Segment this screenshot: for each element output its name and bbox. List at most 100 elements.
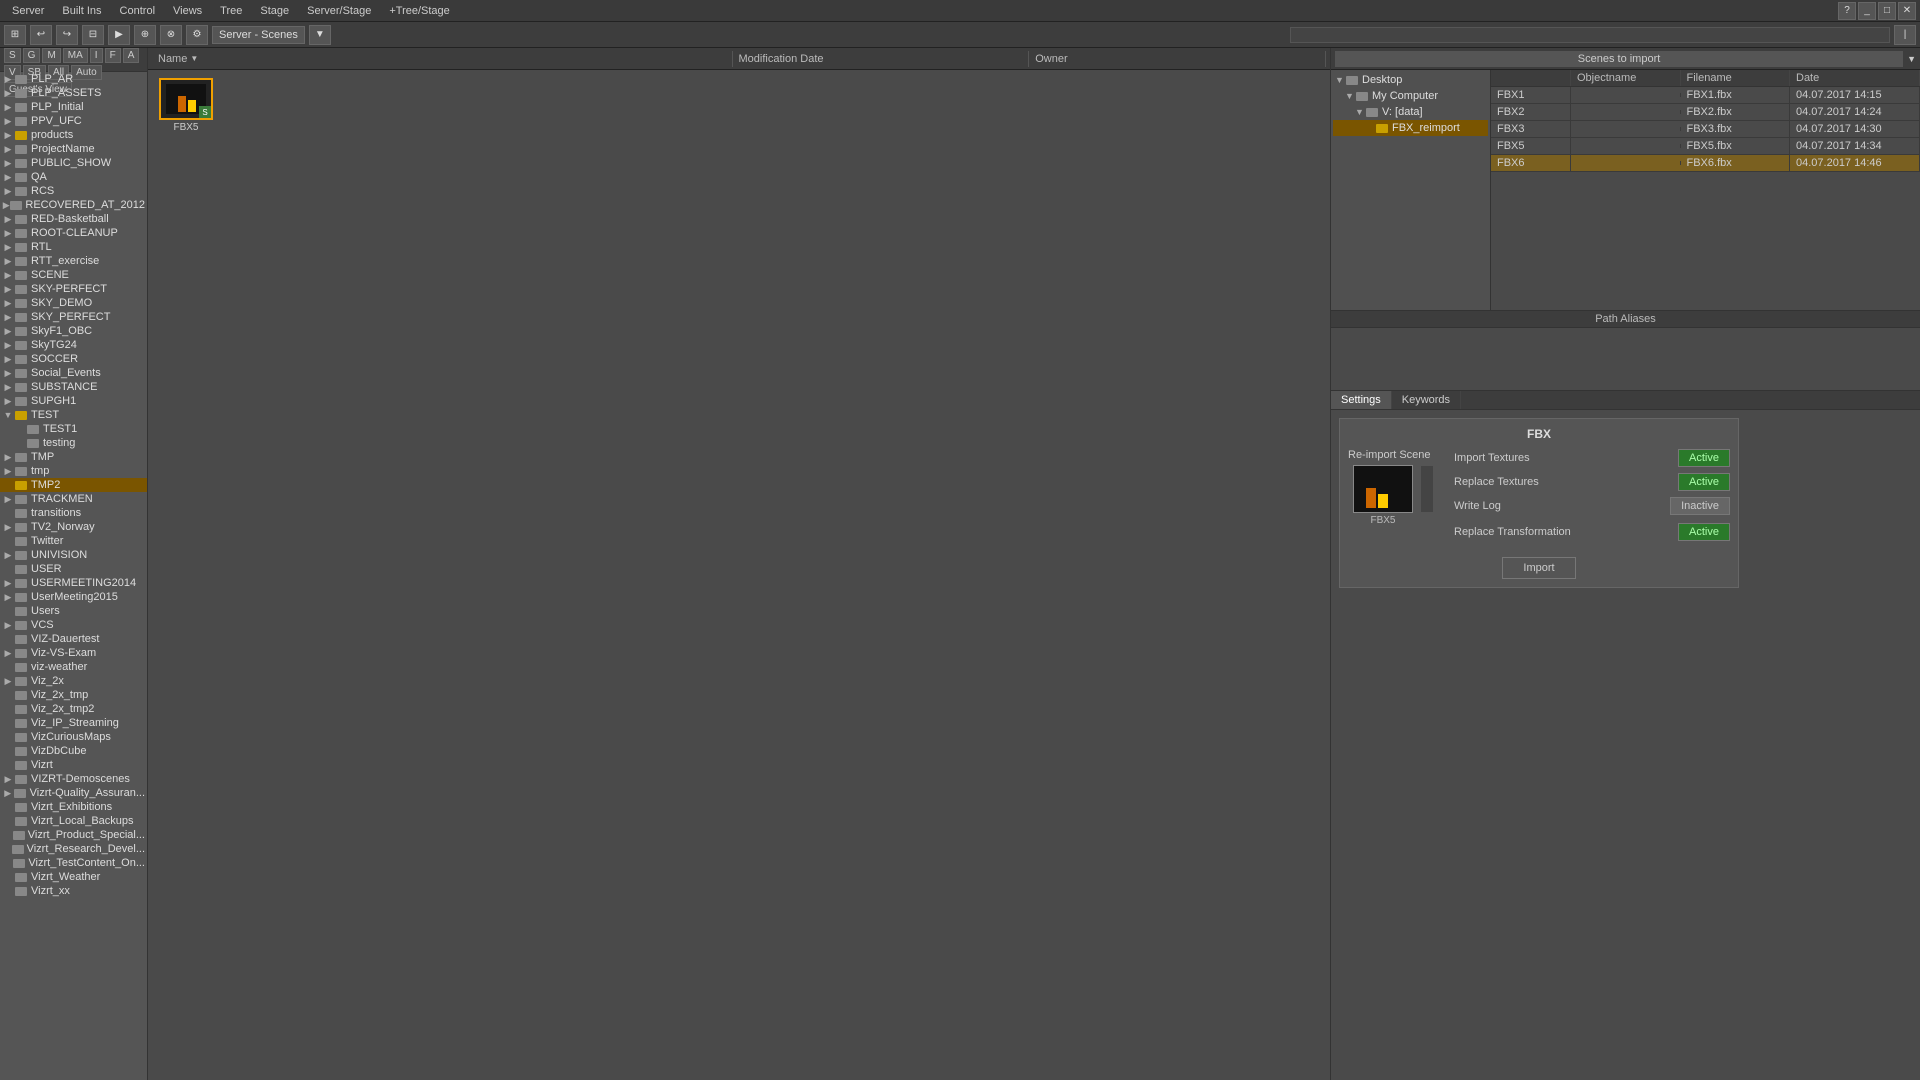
col-mod-date[interactable]: Modification Date (733, 51, 1030, 67)
btn-g[interactable]: G (23, 48, 41, 63)
tree-item-sky_demo[interactable]: ▶SKY_DEMO (0, 296, 147, 310)
tree-item-testing[interactable]: testing (0, 436, 147, 450)
btn-i[interactable]: I (90, 48, 103, 63)
menu-stage[interactable]: Stage (252, 3, 297, 19)
file-row-fbx6[interactable]: FBX6FBX6.fbx04.07.2017 14:46 (1491, 155, 1920, 172)
toolbar-icon-4[interactable]: ⊟ (82, 25, 104, 45)
tree-toggle-vizrt_demoscenes[interactable]: ▶ (2, 774, 14, 785)
ftree-item-fbx_reimport[interactable]: FBX_reimport (1333, 120, 1488, 136)
tree-item-vizrt[interactable]: Vizrt (0, 758, 147, 772)
tree-toggle-plp_assets[interactable]: ▶ (2, 88, 14, 99)
tree-item-transitions[interactable]: transitions (0, 506, 147, 520)
col-name[interactable]: Name ▼ (152, 51, 733, 67)
file-col-objectname[interactable]: Objectname (1571, 70, 1681, 86)
tree-item-usermeeting2014[interactable]: ▶USERMEETING2014 (0, 576, 147, 590)
tree-item-scene[interactable]: ▶SCENE (0, 268, 147, 282)
btn-ma[interactable]: MA (63, 48, 88, 63)
close-button[interactable]: ✕ (1898, 2, 1916, 20)
file-row-fbx5[interactable]: FBX5FBX5.fbx04.07.2017 14:34 (1491, 138, 1920, 155)
ftree-toggle-v_data[interactable]: ▼ (1355, 107, 1365, 117)
menu-builtins[interactable]: Built Ins (54, 3, 109, 19)
scene-item-fbx5[interactable]: S FBX5 (156, 78, 216, 133)
tree-item-vizrt_exhibitions[interactable]: Vizrt_Exhibitions (0, 800, 147, 814)
tree-toggle-ppv_ufc[interactable]: ▶ (2, 116, 14, 127)
tree-item-univision[interactable]: ▶UNIVISION (0, 548, 147, 562)
tree-toggle-vcs[interactable]: ▶ (2, 620, 14, 631)
scroll-end[interactable]: | (1894, 25, 1916, 45)
file-row-fbx3[interactable]: FBX3FBX3.fbx04.07.2017 14:30 (1491, 121, 1920, 138)
menu-server-stage[interactable]: Server/Stage (299, 3, 379, 19)
menu-control[interactable]: Control (112, 3, 163, 19)
tree-toggle-substance[interactable]: ▶ (2, 382, 14, 393)
tree-toggle-viz_vs_exam[interactable]: ▶ (2, 648, 14, 659)
toolbar-icon-3[interactable]: ↪ (56, 25, 78, 45)
btn-m[interactable]: M (42, 48, 60, 63)
minimize-button[interactable]: _ (1858, 2, 1876, 20)
tree-item-viz_2x_tmp[interactable]: Viz_2x_tmp (0, 688, 147, 702)
import-textures-btn[interactable]: Active (1678, 449, 1730, 467)
col-owner[interactable]: Owner (1029, 51, 1326, 67)
file-col-date[interactable]: Date (1790, 70, 1920, 86)
tree-toggle-social_events[interactable]: ▶ (2, 368, 14, 379)
tree-item-qa[interactable]: ▶QA (0, 170, 147, 184)
tree-item-usermeeting2015[interactable]: ▶UserMeeting2015 (0, 590, 147, 604)
fbx-scroll[interactable] (1420, 465, 1434, 513)
tree-item-vizcuriousmaps[interactable]: VizCuriousMaps (0, 730, 147, 744)
tree-toggle-plp_initial[interactable]: ▶ (2, 102, 14, 113)
tree-toggle-usermeeting2014[interactable]: ▶ (2, 578, 14, 589)
tree-toggle-sky_perfect2[interactable]: ▶ (2, 312, 14, 323)
ftree-item-desktop[interactable]: ▼Desktop (1333, 72, 1488, 88)
tree-item-vizrt_testcontent_on[interactable]: Vizrt_TestContent_On... (0, 856, 147, 870)
tree-toggle-scene[interactable]: ▶ (2, 270, 14, 281)
tree-toggle-skyf1_obc[interactable]: ▶ (2, 326, 14, 337)
tree-toggle-rtt_exercise[interactable]: ▶ (2, 256, 14, 267)
tree-item-vcs[interactable]: ▶VCS (0, 618, 147, 632)
tree-item-rcs[interactable]: ▶RCS (0, 184, 147, 198)
replace-textures-btn[interactable]: Active (1678, 473, 1730, 491)
tree-item-rtt_exercise[interactable]: ▶RTT_exercise (0, 254, 147, 268)
menu-tree[interactable]: Tree (212, 3, 250, 19)
tree-item-products[interactable]: ▶products (0, 128, 147, 142)
file-col-filename[interactable]: Filename (1681, 70, 1791, 86)
tree-item-vizrt_demoscenes[interactable]: ▶VIZRT-Demoscenes (0, 772, 147, 786)
tree-item-vizrt_quality[interactable]: ▶Vizrt-Quality_Assuran... (0, 786, 147, 800)
tree-item-root_cleanup[interactable]: ▶ROOT-CLEANUP (0, 226, 147, 240)
tree-item-public_show[interactable]: ▶PUBLIC_SHOW (0, 156, 147, 170)
tree-toggle-tv2_norway[interactable]: ▶ (2, 522, 14, 533)
tree-item-tmp2[interactable]: TMP2 (0, 478, 147, 492)
tree-item-users[interactable]: Users (0, 604, 147, 618)
tree-item-tmp_lower[interactable]: ▶tmp (0, 464, 147, 478)
tree-toggle-supgh1[interactable]: ▶ (2, 396, 14, 407)
tree-item-sky_perfect2[interactable]: ▶SKY_PERFECT (0, 310, 147, 324)
tree-toggle-public_show[interactable]: ▶ (2, 158, 14, 169)
tree-toggle-soccer[interactable]: ▶ (2, 354, 14, 365)
scenes-dropdown-arrow[interactable]: ▼ (1907, 54, 1916, 64)
tree-item-red_basketball[interactable]: ▶RED-Basketball (0, 212, 147, 226)
tree-item-plp_assets[interactable]: ▶PLP_ASSETS (0, 86, 147, 100)
tree-item-vizrt_xx[interactable]: Vizrt_xx (0, 884, 147, 898)
tree-toggle-trackmen[interactable]: ▶ (2, 494, 14, 505)
tree-item-social_events[interactable]: ▶Social_Events (0, 366, 147, 380)
btn-s[interactable]: S (4, 48, 21, 63)
file-row-fbx2[interactable]: FBX2FBX2.fbx04.07.2017 14:24 (1491, 104, 1920, 121)
tree-toggle-plp_ar[interactable]: ▶ (2, 74, 14, 85)
toolbar-icon-8[interactable]: ⚙ (186, 25, 208, 45)
tree-toggle-skytg24[interactable]: ▶ (2, 340, 14, 351)
menu-views[interactable]: Views (165, 3, 210, 19)
btn-f[interactable]: F (105, 48, 121, 63)
tree-toggle-rtl[interactable]: ▶ (2, 242, 14, 253)
tree-toggle-qa[interactable]: ▶ (2, 172, 14, 183)
tree-toggle-sky_demo[interactable]: ▶ (2, 298, 14, 309)
tree-item-plp_ar[interactable]: ▶PLP_AR (0, 72, 147, 86)
toolbar-icon-7[interactable]: ⊗ (160, 25, 182, 45)
tree-item-viz_weather[interactable]: viz-weather (0, 660, 147, 674)
tree-toggle-projectname[interactable]: ▶ (2, 144, 14, 155)
tree-item-tv2_norway[interactable]: ▶TV2_Norway (0, 520, 147, 534)
btn-a[interactable]: A (123, 48, 140, 63)
tree-toggle-root_cleanup[interactable]: ▶ (2, 228, 14, 239)
toolbar-icon-2[interactable]: ↩ (30, 25, 52, 45)
tree-item-tmp[interactable]: ▶TMP (0, 450, 147, 464)
ftree-item-v_data[interactable]: ▼V: [data] (1333, 104, 1488, 120)
tree-item-vizrt_local_backups[interactable]: Vizrt_Local_Backups (0, 814, 147, 828)
tree-item-vizrt_product_special[interactable]: Vizrt_Product_Special... (0, 828, 147, 842)
